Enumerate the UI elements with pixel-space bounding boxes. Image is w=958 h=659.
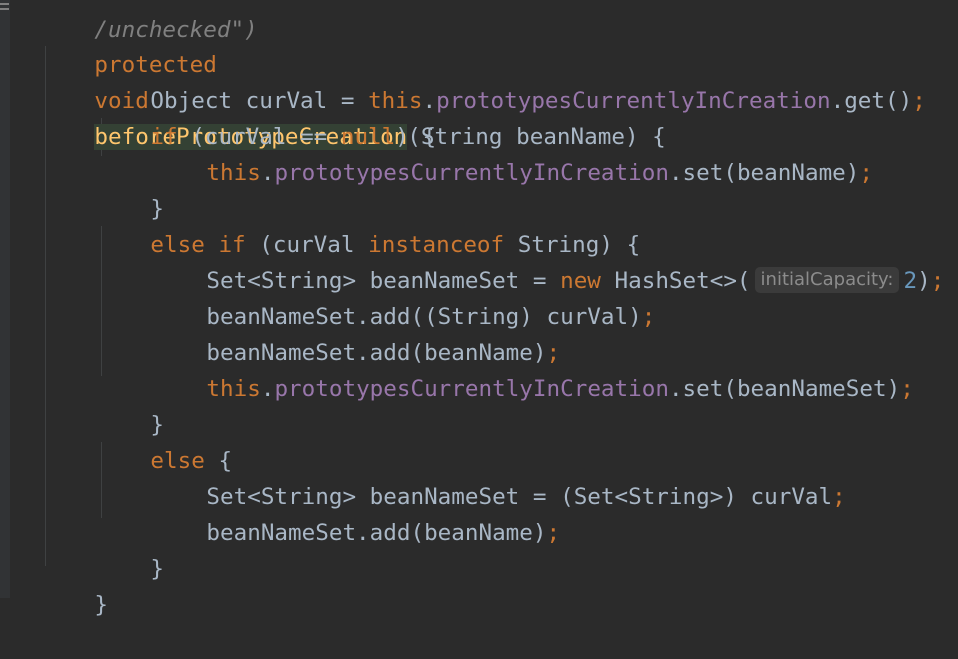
field-reference: prototypesCurrentlyInCreation (274, 376, 669, 402)
code-line[interactable]: beanNameSet.add(beanName); (152, 479, 560, 546)
method-signature-line[interactable]: protected void beforePrototypeCreation(S… (40, 11, 666, 150)
code-line[interactable]: } (96, 155, 164, 222)
field-reference: prototypesCurrentlyInCreation (436, 88, 831, 114)
code-line[interactable]: else { (96, 407, 232, 474)
code-line[interactable]: } (96, 515, 164, 582)
fold-marker-icon[interactable] (0, 0, 9, 14)
code-line[interactable]: } (40, 551, 108, 618)
code-line[interactable]: Set<String> beanNameSet = (Set<String>) … (152, 443, 845, 510)
code-line[interactable]: Object curVal = this.prototypesCurrently… (96, 47, 925, 114)
field-reference: prototypesCurrentlyInCreation (274, 160, 669, 186)
code-line[interactable]: if (curVal == null) { (96, 83, 436, 150)
code-line[interactable]: else if (curVal instanceof String) { (96, 191, 640, 258)
code-line[interactable]: Set<String> beanNameSet = new HashSet<>(… (152, 227, 944, 294)
parameter-hint: initialCapacity: (754, 266, 900, 293)
code-line[interactable]: } (96, 371, 164, 438)
code-line[interactable]: beanNameSet.add(beanName); (152, 299, 560, 366)
code-line[interactable]: beanNameSet.add((String) curVal); (152, 263, 655, 330)
code-line[interactable]: this.prototypesCurrentlyInCreation.set(b… (152, 335, 913, 402)
editor-gutter (0, 0, 10, 598)
code-line[interactable]: this.prototypesCurrentlyInCreation.set(b… (152, 119, 873, 186)
